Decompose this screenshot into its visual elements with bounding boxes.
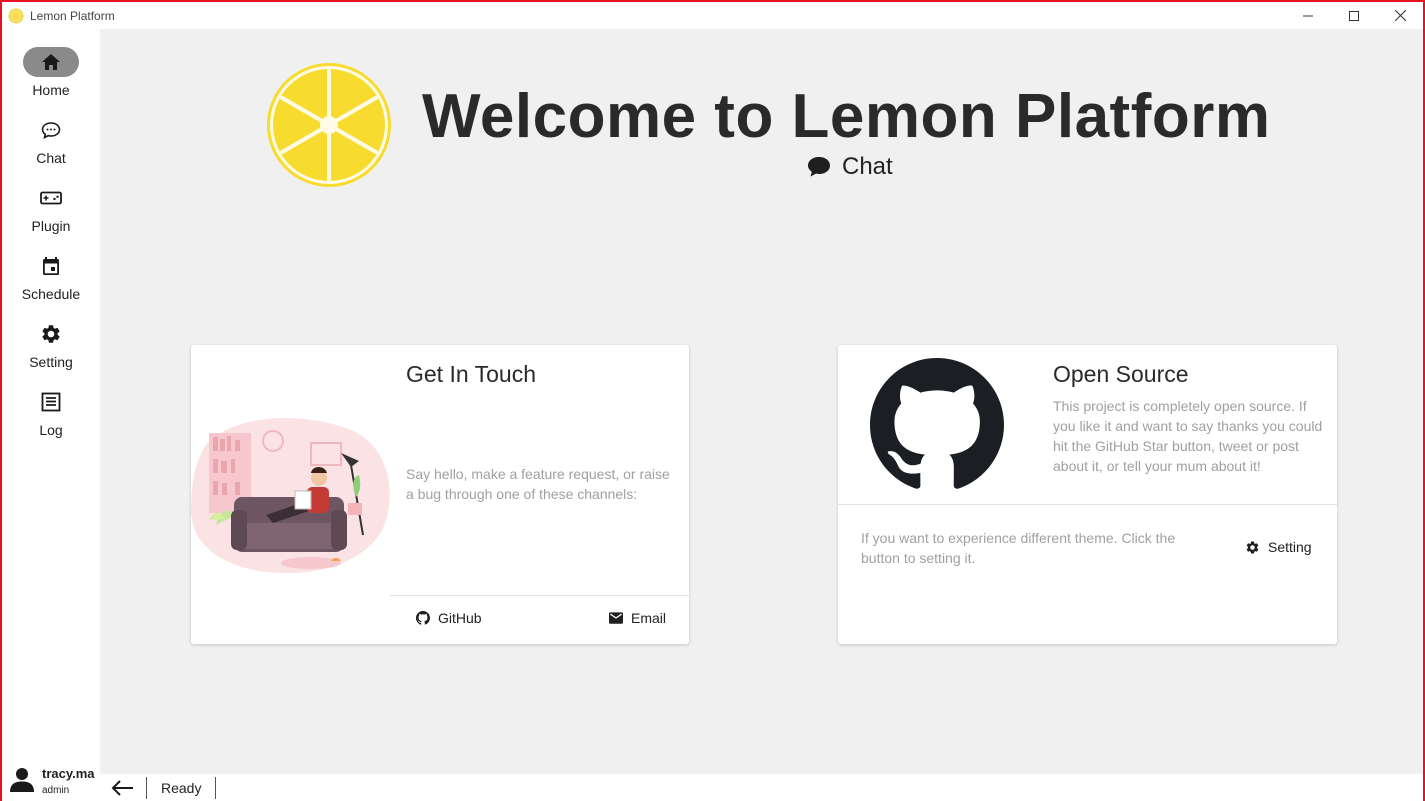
open-source-text: This project is completely open source. … (1053, 398, 1323, 474)
home-icon (42, 54, 60, 70)
sidebar-item-label: Log (39, 422, 63, 438)
sidebar-nav: Home Chat Plugin Schedule Setting Log (2, 29, 100, 774)
user-profile[interactable]: tracy.ma admin (10, 766, 95, 796)
title-bar: Lemon Platform (2, 2, 1423, 29)
lemon-app-icon (8, 8, 24, 23)
welcome-title: Welcome to Lemon Platform (422, 82, 1271, 151)
sidebar-item-log[interactable]: Log (2, 387, 100, 447)
status-separator (215, 777, 216, 799)
minimize-button[interactable] (1285, 2, 1331, 29)
sidebar-item-label: Home (32, 82, 70, 98)
theme-hint-text: If you want to experience different them… (861, 530, 1176, 566)
get-in-touch-card: Get In Touch Say hello, make a feature r… (191, 345, 689, 644)
gear-icon (42, 325, 60, 343)
card-divider (838, 504, 1337, 505)
get-in-touch-text: Say hello, make a feature request, or ra… (406, 466, 670, 502)
window-controls (1285, 2, 1423, 29)
arrow-left-icon (111, 780, 133, 796)
github-button-label: GitHub (438, 610, 482, 626)
sidebar-item-label: Schedule (21, 286, 81, 302)
user-avatar-icon (10, 768, 34, 792)
setting-button[interactable]: Setting (1245, 539, 1312, 555)
chat-bubble-icon (808, 157, 830, 177)
window-title: Lemon Platform (30, 8, 115, 23)
github-button[interactable]: GitHub (416, 610, 482, 626)
lemon-slice-logo (267, 63, 391, 187)
sidebar-item-schedule[interactable]: Schedule (2, 251, 100, 311)
email-icon (609, 612, 623, 624)
setting-button-label: Setting (1268, 539, 1312, 555)
open-source-title: Open Source (1053, 361, 1189, 387)
gear-icon (1246, 541, 1259, 553)
close-button[interactable] (1377, 2, 1423, 29)
sidebar-item-plugin[interactable]: Plugin (2, 183, 100, 243)
status-bar: tracy.ma admin Ready (2, 766, 1423, 801)
github-icon (416, 611, 430, 625)
maximize-button[interactable] (1331, 2, 1377, 29)
status-text: Ready (161, 780, 202, 796)
person-reading-on-sofa-illustration (191, 418, 390, 574)
home-page: Welcome to Lemon Platform Chat Get In To… (100, 29, 1423, 774)
email-button-label: Email (631, 610, 667, 626)
sidebar-item-label: Setting (29, 354, 73, 370)
sidebar-item-chat[interactable]: Chat (2, 115, 100, 175)
chat-bubble-icon (41, 122, 61, 139)
app-window: Lemon Platform Home Chat Plugin Schedule… (0, 0, 1425, 801)
github-octocat-logo (870, 358, 1004, 489)
email-button[interactable]: Email (609, 610, 666, 626)
sidebar-item-label: Chat (36, 150, 66, 166)
user-name: tracy.ma (42, 766, 95, 781)
gamepad-icon (40, 191, 62, 205)
card-divider (390, 595, 689, 596)
sidebar-item-home[interactable]: Home (2, 47, 100, 107)
status-separator (146, 777, 147, 799)
log-icon (41, 392, 61, 412)
back-button[interactable] (110, 779, 134, 801)
open-source-card: Open Source This project is completely o… (838, 345, 1337, 644)
sidebar-item-setting[interactable]: Setting (2, 319, 100, 379)
hero-subtitle: Chat (806, 153, 893, 181)
sidebar-item-label: Plugin (31, 218, 71, 234)
calendar-icon (43, 257, 59, 275)
user-role: admin (42, 785, 70, 796)
hero-subtitle-text: Chat (842, 153, 893, 180)
get-in-touch-title: Get In Touch (406, 361, 536, 387)
